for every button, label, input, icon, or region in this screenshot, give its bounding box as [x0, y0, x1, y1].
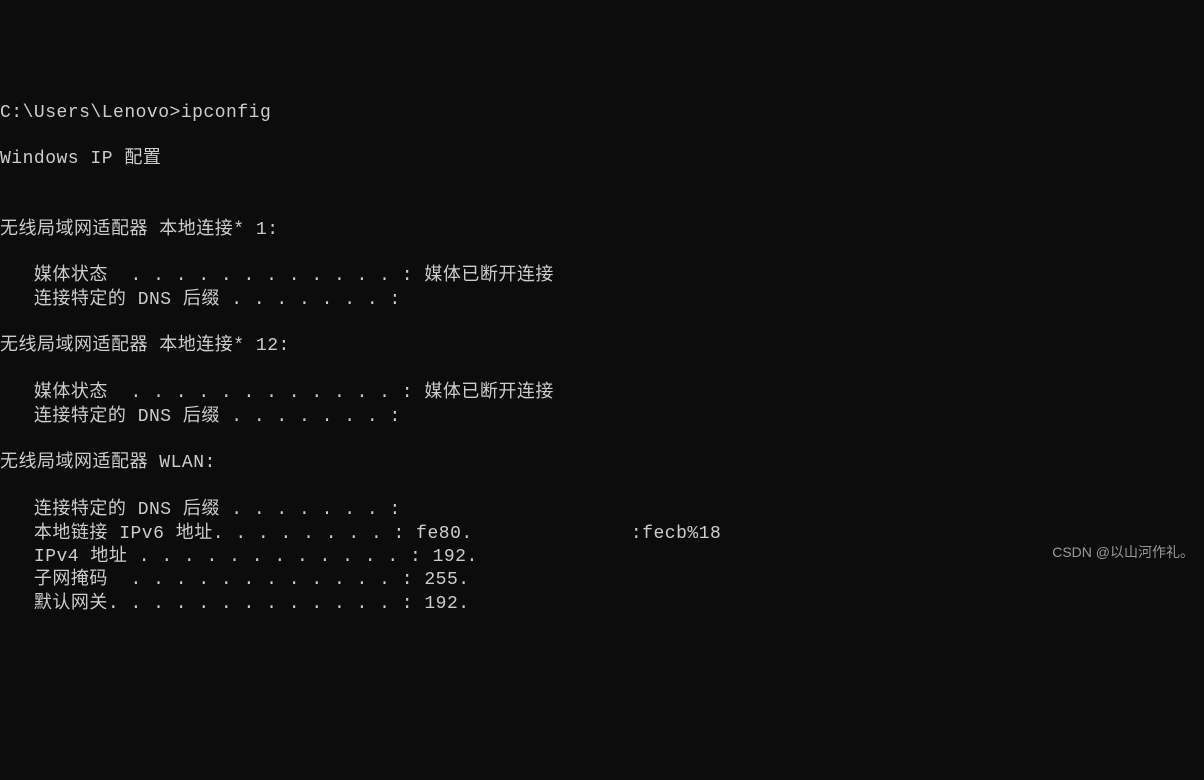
- config-label: 默认网关. . . . . . . . . . . . . :: [0, 594, 413, 614]
- config-line: 连接特定的 DNS 后缀 . . . . . . . :: [0, 407, 401, 427]
- terminal-output[interactable]: C:\Users\Lenovo>ipconfig Windows IP 配置 无…: [0, 102, 1204, 617]
- adapter-title: 无线局域网适配器 本地连接* 1:: [0, 220, 279, 240]
- watermark: CSDN @以山河作礼。: [1052, 543, 1194, 561]
- config-value: 媒体已断开连接: [413, 383, 554, 403]
- config-value: fe80. :fecb%18: [405, 524, 721, 544]
- config-label: 子网掩码 . . . . . . . . . . . . :: [0, 570, 413, 590]
- ip-config-header: Windows IP 配置: [0, 149, 161, 169]
- config-label: 本地链接 IPv6 地址. . . . . . . . :: [0, 524, 405, 544]
- config-value: 媒体已断开连接: [413, 266, 554, 286]
- config-label: IPv4 地址 . . . . . . . . . . . . :: [0, 547, 421, 567]
- config-line: IPv4 地址 . . . . . . . . . . . . : 192.: [0, 547, 478, 567]
- adapter-title: 无线局域网适配器 WLAN:: [0, 453, 216, 473]
- config-line: 子网掩码 . . . . . . . . . . . . : 255.: [0, 570, 470, 590]
- config-line: 连接特定的 DNS 后缀 . . . . . . . :: [0, 290, 401, 310]
- prompt: C:\Users\Lenovo>: [0, 103, 181, 123]
- config-line: 默认网关. . . . . . . . . . . . . : 192.: [0, 594, 470, 614]
- config-label: 连接特定的 DNS 后缀 . . . . . . . :: [0, 500, 401, 520]
- config-line: 媒体状态 . . . . . . . . . . . . : 媒体已断开连接: [0, 383, 554, 403]
- config-line: 连接特定的 DNS 后缀 . . . . . . . :: [0, 500, 401, 520]
- config-line: 本地链接 IPv6 地址. . . . . . . . : fe80. :fec…: [0, 524, 721, 544]
- adapter-title: 无线局域网适配器 本地连接* 12:: [0, 336, 290, 356]
- prompt-line: C:\Users\Lenovo>ipconfig: [0, 103, 271, 123]
- config-value: 192.: [413, 594, 470, 614]
- config-label: 媒体状态 . . . . . . . . . . . . :: [0, 383, 413, 403]
- config-value: 255.: [413, 570, 470, 590]
- config-line: 媒体状态 . . . . . . . . . . . . : 媒体已断开连接: [0, 266, 554, 286]
- command: ipconfig: [181, 103, 271, 123]
- config-label: 连接特定的 DNS 后缀 . . . . . . . :: [0, 407, 401, 427]
- config-value: 192.: [421, 547, 478, 567]
- config-label: 媒体状态 . . . . . . . . . . . . :: [0, 266, 413, 286]
- config-label: 连接特定的 DNS 后缀 . . . . . . . :: [0, 290, 401, 310]
